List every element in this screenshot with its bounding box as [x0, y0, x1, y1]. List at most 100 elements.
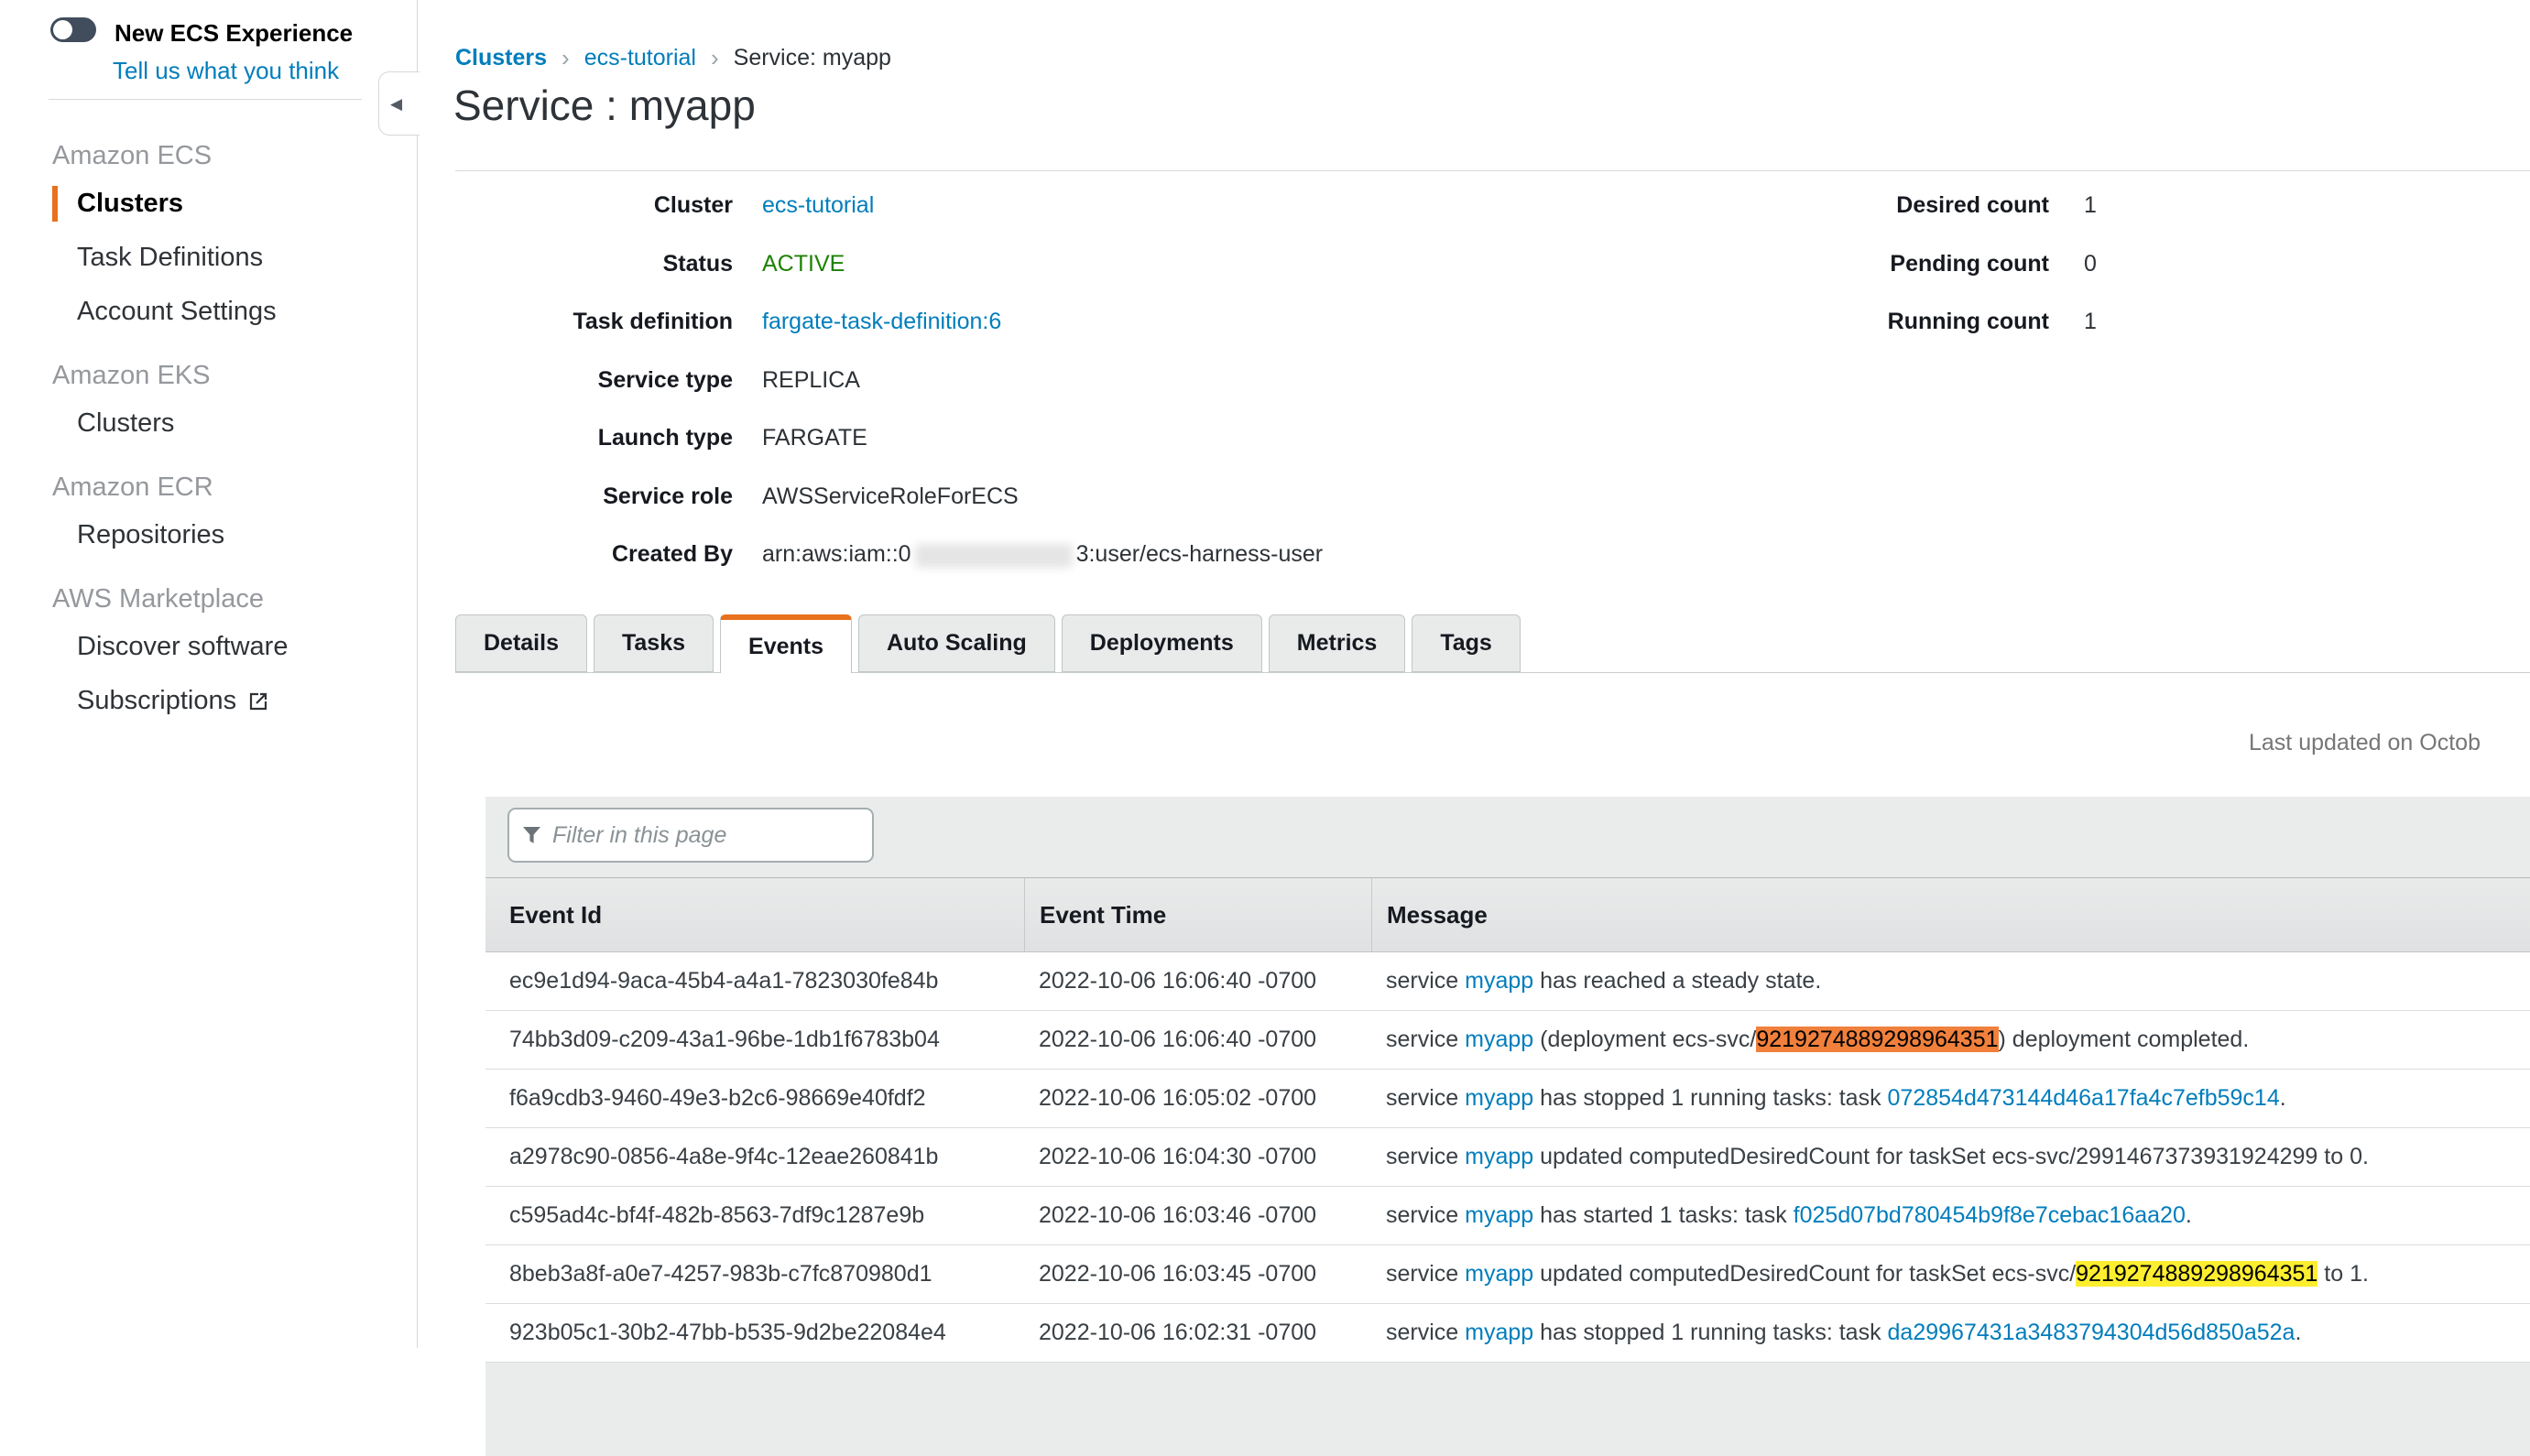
message-text: service: [1386, 1085, 1465, 1111]
sidebar: New ECS Experience Tell us what you thin…: [0, 0, 418, 1348]
message-text: service: [1386, 1144, 1465, 1169]
sidebar-collapse-handle[interactable]: ◀: [378, 71, 420, 136]
detail-label-status: Status: [455, 251, 733, 277]
new-ecs-experience-label: New ECS Experience: [115, 19, 353, 48]
detail-value-task-definition[interactable]: fargate-task-definition:6: [762, 309, 1323, 335]
column-header-event-id: Event Id: [485, 878, 1024, 951]
message-cell: service myapp updated computedDesiredCou…: [1371, 1261, 2530, 1288]
message-cell: service myapp has started 1 tasks: task …: [1371, 1202, 2530, 1229]
events-panel: Event IdEvent TimeMessage ec9e1d94-9aca-…: [485, 797, 2530, 1456]
breadcrumb-ecs-tutorial[interactable]: ecs-tutorial: [584, 45, 696, 71]
message-link[interactable]: myapp: [1465, 1261, 1533, 1287]
sidebar-item-label: Account Settings: [77, 297, 277, 327]
message-link[interactable]: da29967431a3483794304d56d850a52a: [1888, 1320, 2296, 1345]
breadcrumb-clusters[interactable]: Clusters: [455, 45, 547, 71]
message-link[interactable]: myapp: [1465, 1320, 1533, 1345]
sidebar-item-task-definitions[interactable]: Task Definitions: [0, 231, 417, 285]
table-row: f6a9cdb3-9460-49e3-b2c6-98669e40fdf22022…: [485, 1070, 2530, 1128]
message-text: has started 1 tasks: task: [1533, 1202, 1793, 1228]
message-text: service: [1386, 1202, 1465, 1228]
message-text: .: [2295, 1320, 2301, 1345]
filter-input[interactable]: [551, 821, 859, 850]
tab-auto-scaling[interactable]: Auto Scaling: [858, 614, 1055, 672]
filter-box: [507, 808, 874, 863]
tab-events[interactable]: Events: [720, 614, 852, 673]
message-cell: service myapp has stopped 1 running task…: [1371, 1320, 2530, 1346]
message-link[interactable]: myapp: [1465, 1085, 1533, 1111]
detail-value-cluster[interactable]: ecs-tutorial: [762, 192, 1323, 219]
events-table: Event IdEvent TimeMessage ec9e1d94-9aca-…: [485, 877, 2530, 1363]
sidebar-item-label: Subscriptions: [77, 686, 236, 716]
message-text: has stopped 1 running tasks: task: [1533, 1320, 1887, 1345]
breadcrumb-separator: ›: [562, 44, 570, 72]
event-id-cell: f6a9cdb3-9460-49e3-b2c6-98669e40fdf2: [485, 1085, 1024, 1112]
column-header-message: Message: [1371, 878, 2530, 951]
table-row: ec9e1d94-9aca-45b4-a4a1-7823030fe84b2022…: [485, 952, 2530, 1011]
message-cell: service myapp has stopped 1 running task…: [1371, 1085, 2530, 1112]
sidebar-item-subscriptions[interactable]: Subscriptions: [0, 674, 417, 728]
detail-value-created-by: arn:aws:iam::03:user/ecs-harness-user: [762, 541, 1323, 568]
message-text: has stopped 1 running tasks: task: [1533, 1085, 1887, 1111]
message-link[interactable]: myapp: [1465, 968, 1533, 994]
message-link[interactable]: myapp: [1465, 1027, 1533, 1052]
last-updated-text: Last updated on Octob: [2249, 730, 2481, 756]
event-id-cell: a2978c90-0856-4a8e-9f4c-12eae260841b: [485, 1144, 1024, 1170]
event-time-cell: 2022-10-06 16:05:02 -0700: [1024, 1085, 1371, 1112]
toggle-knob: [53, 20, 72, 39]
tab-tasks[interactable]: Tasks: [594, 614, 714, 672]
breadcrumb-separator: ›: [711, 44, 719, 72]
event-id-cell: 923b05c1-30b2-47bb-b535-9d2be22084e4: [485, 1320, 1024, 1346]
sidebar-item-discover-software[interactable]: Discover software: [0, 620, 417, 674]
detail-label-task-definition: Task definition: [455, 309, 733, 335]
sidebar-item-label: Repositories: [77, 520, 224, 550]
message-text: updated computedDesiredCount for taskSet…: [1533, 1261, 2076, 1287]
service-details: Clusterecs-tutorialStatusACTIVETask defi…: [455, 177, 1323, 584]
sidebar-item-label: Task Definitions: [77, 243, 263, 273]
search-highlight-orange: 9219274889298964351: [1756, 1027, 1998, 1052]
search-highlight-yellow: 9219274889298964351: [2076, 1261, 2317, 1287]
breadcrumb-service-myapp: Service: myapp: [734, 45, 891, 71]
event-time-cell: 2022-10-06 16:04:30 -0700: [1024, 1144, 1371, 1170]
tab-details[interactable]: Details: [455, 614, 587, 672]
nav-section-header-amazon-ecr: Amazon ECR: [52, 473, 417, 503]
sidebar-divider: [49, 99, 362, 100]
detail-label-desired-count: Desired count: [1823, 192, 2049, 219]
nav-section-header-aws-marketplace: AWS Marketplace: [52, 584, 417, 614]
event-id-cell: 8beb3a8f-a0e7-4257-983b-c7fc870980d1: [485, 1261, 1024, 1288]
detail-label-cluster: Cluster: [455, 192, 733, 219]
tell-us-link[interactable]: Tell us what you think: [113, 57, 339, 85]
detail-label-launch-type: Launch type: [455, 425, 733, 451]
tab-bar: DetailsTasksEventsAuto ScalingDeployment…: [455, 614, 2530, 673]
tab-deployments[interactable]: Deployments: [1062, 614, 1262, 672]
message-link[interactable]: 072854d473144d46a17fa4c7efb59c14: [1888, 1085, 2280, 1111]
message-text: service: [1386, 968, 1465, 994]
sidebar-item-repositories[interactable]: Repositories: [0, 508, 417, 562]
detail-value-pending-count: 0: [2084, 251, 2097, 277]
message-link[interactable]: f025d07bd780454b9f8e7cebac16aa20: [1794, 1202, 2186, 1228]
tab-tags[interactable]: Tags: [1412, 614, 1521, 672]
column-header-event-time: Event Time: [1024, 878, 1371, 951]
event-id-cell: 74bb3d09-c209-43a1-96be-1db1f6783b04: [485, 1027, 1024, 1053]
sidebar-item-clusters[interactable]: Clusters: [0, 177, 417, 231]
detail-label-created-by: Created By: [455, 541, 733, 568]
breadcrumb: Clusters › ecs-tutorial › Service: myapp: [455, 44, 891, 72]
event-time-cell: 2022-10-06 16:03:46 -0700: [1024, 1202, 1371, 1229]
page-title: Service : myapp: [453, 81, 756, 130]
sidebar-item-label: Clusters: [77, 408, 174, 439]
table-row: a2978c90-0856-4a8e-9f4c-12eae260841b2022…: [485, 1128, 2530, 1187]
redacted-account-id: [915, 544, 1073, 568]
sidebar-item-account-settings[interactable]: Account Settings: [0, 285, 417, 339]
message-text: service: [1386, 1027, 1465, 1052]
message-text: has reached a steady state.: [1533, 968, 1821, 994]
events-table-body: ec9e1d94-9aca-45b4-a4a1-7823030fe84b2022…: [485, 952, 2530, 1363]
message-cell: service myapp (deployment ecs-svc/921927…: [1371, 1027, 2530, 1053]
message-link[interactable]: myapp: [1465, 1144, 1533, 1169]
detail-label-pending-count: Pending count: [1823, 251, 2049, 277]
sidebar-item-clusters[interactable]: Clusters: [0, 397, 417, 451]
tab-metrics[interactable]: Metrics: [1269, 614, 1406, 672]
event-time-cell: 2022-10-06 16:06:40 -0700: [1024, 968, 1371, 994]
detail-value-launch-type: FARGATE: [762, 425, 1323, 451]
filter-funnel-icon: [522, 826, 541, 845]
message-link[interactable]: myapp: [1465, 1202, 1533, 1228]
new-ecs-experience-toggle[interactable]: [50, 17, 96, 42]
